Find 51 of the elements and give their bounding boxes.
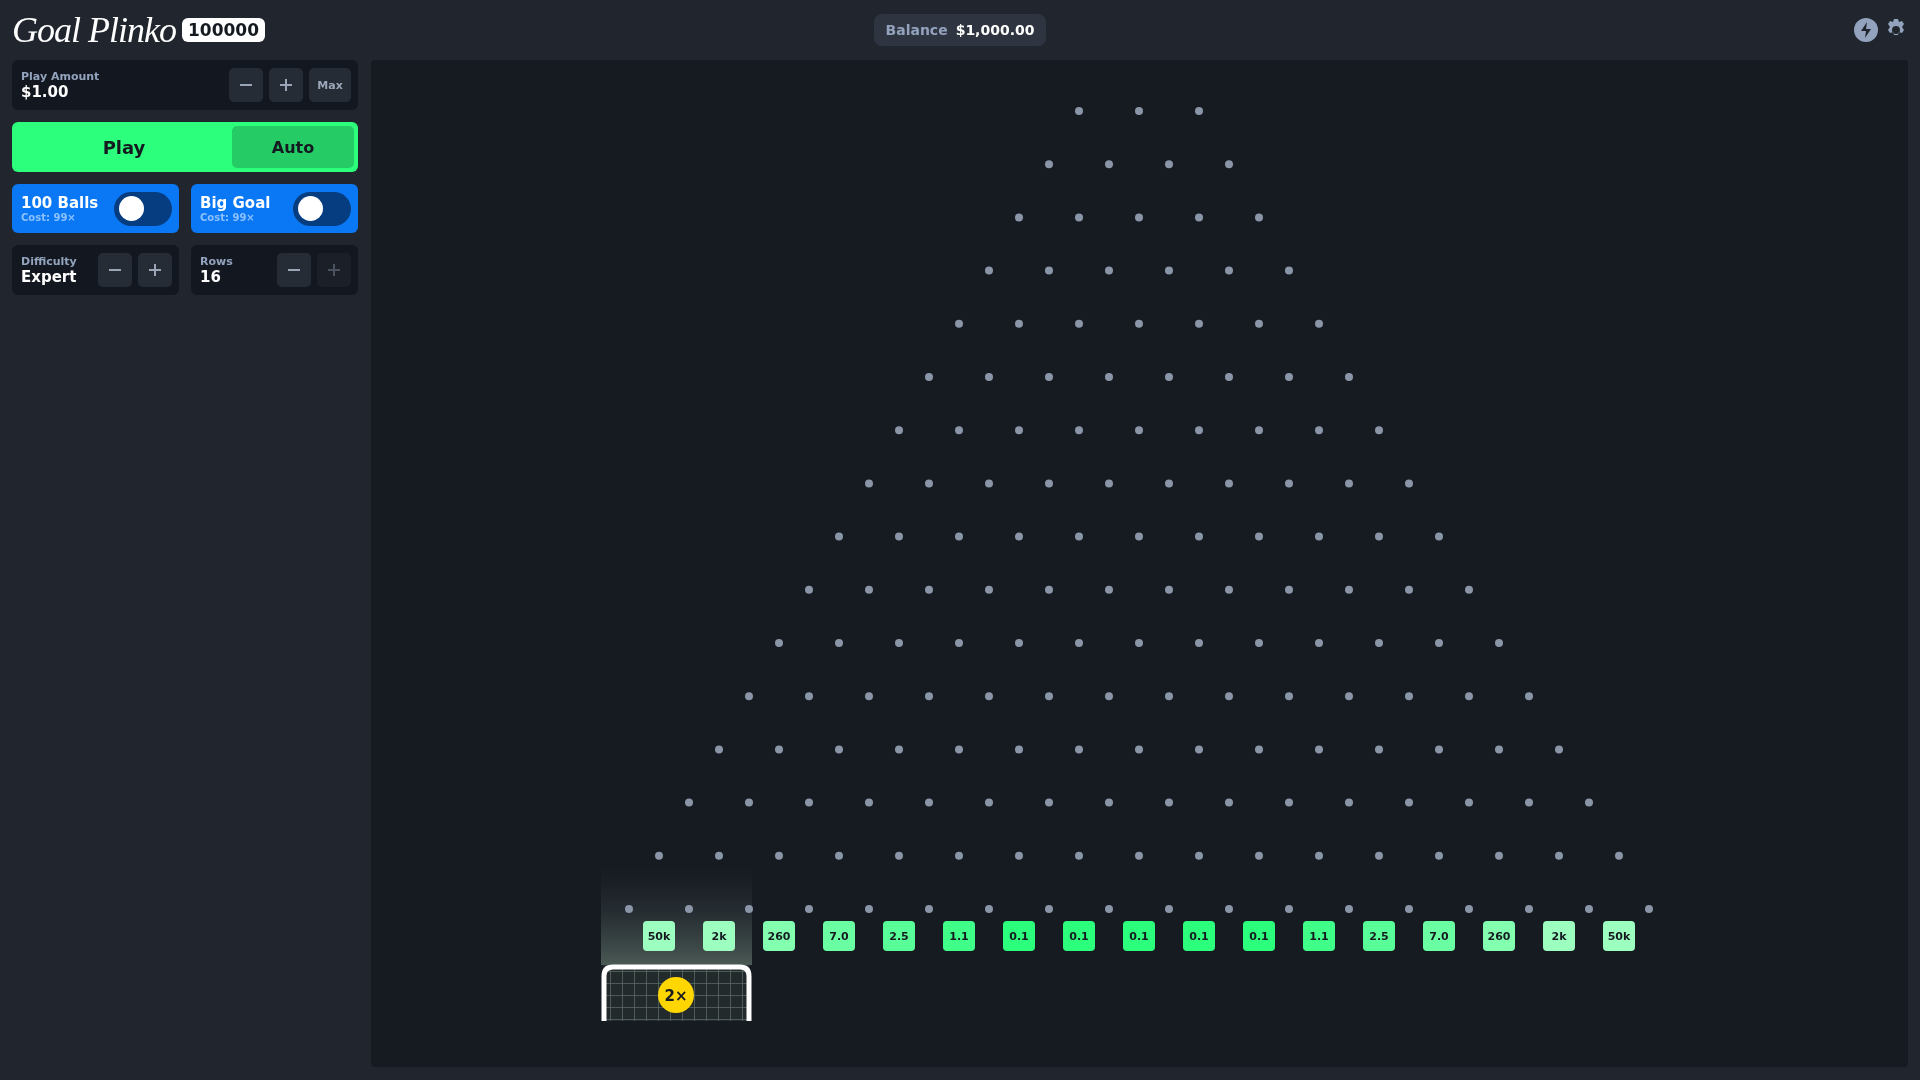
increase-button[interactable] — [138, 253, 172, 287]
multiplier-slot: 7.0 — [1423, 921, 1455, 951]
auto-button[interactable]: Auto — [232, 126, 354, 168]
balance-label: Balance — [885, 22, 948, 38]
stepper-label: Difficulty — [21, 254, 77, 268]
multiplier-slot: 260 — [1483, 921, 1515, 951]
minus-icon — [109, 269, 121, 271]
multiplier-slot: 2.5 — [1363, 921, 1395, 951]
multiplier-slot: 50k — [643, 921, 675, 951]
lightning-icon[interactable] — [1854, 18, 1878, 42]
plus-icon — [328, 264, 340, 276]
option-title: Big Goal — [200, 194, 271, 212]
toggle-switch[interactable] — [114, 191, 172, 226]
plus-icon — [280, 79, 292, 91]
multiplier-slot: 0.1 — [1183, 921, 1215, 951]
max-button[interactable]: Max — [309, 68, 351, 102]
plus-icon — [149, 264, 161, 276]
multiplier-slot: 0.1 — [1063, 921, 1095, 951]
multiplier-slot: 2.5 — [883, 921, 915, 951]
minus-icon — [240, 84, 252, 86]
play-amount-label: Play Amount — [21, 69, 100, 83]
logo: Goal Plinko — [12, 9, 176, 51]
increase-button[interactable] — [269, 68, 303, 102]
option-cost: Cost: 99× — [200, 212, 256, 223]
option-cost: Cost: 99× — [21, 212, 77, 223]
toggle-switch[interactable] — [293, 191, 351, 226]
multiplier-slot: 50k — [1603, 921, 1635, 951]
decrease-button[interactable] — [229, 68, 263, 102]
play-button[interactable]: Play — [16, 126, 232, 168]
multiplier-slot: 2k — [1543, 921, 1575, 951]
stepper-value: 16 — [200, 267, 222, 286]
option-title: 100 Balls — [21, 194, 99, 212]
balance-value: $1,000.00 — [955, 22, 1035, 38]
decrease-button[interactable] — [277, 253, 311, 287]
multiplier-slot: 1.1 — [943, 921, 975, 951]
multiplier-slot: 0.1 — [1123, 921, 1155, 951]
play-amount-value: $1.00 — [21, 82, 70, 101]
multiplier-slot: 2k — [703, 921, 735, 951]
goal-multiplier-badge: 2× — [658, 977, 694, 1013]
minus-icon — [288, 269, 300, 271]
stepper-value: Expert — [21, 267, 77, 286]
multiplier-slot: 0.1 — [1243, 921, 1275, 951]
stepper-label: Rows — [200, 254, 233, 268]
multiplier-slot: 7.0 — [823, 921, 855, 951]
multiplier-slot: 1.1 — [1303, 921, 1335, 951]
decrease-button[interactable] — [98, 253, 132, 287]
multiplier-slot: 0.1 — [1003, 921, 1035, 951]
logo-badge: 100000 — [182, 18, 265, 42]
toggle-knob — [298, 196, 323, 221]
multiplier-slot: 260 — [763, 921, 795, 951]
toggle-knob — [119, 196, 144, 221]
